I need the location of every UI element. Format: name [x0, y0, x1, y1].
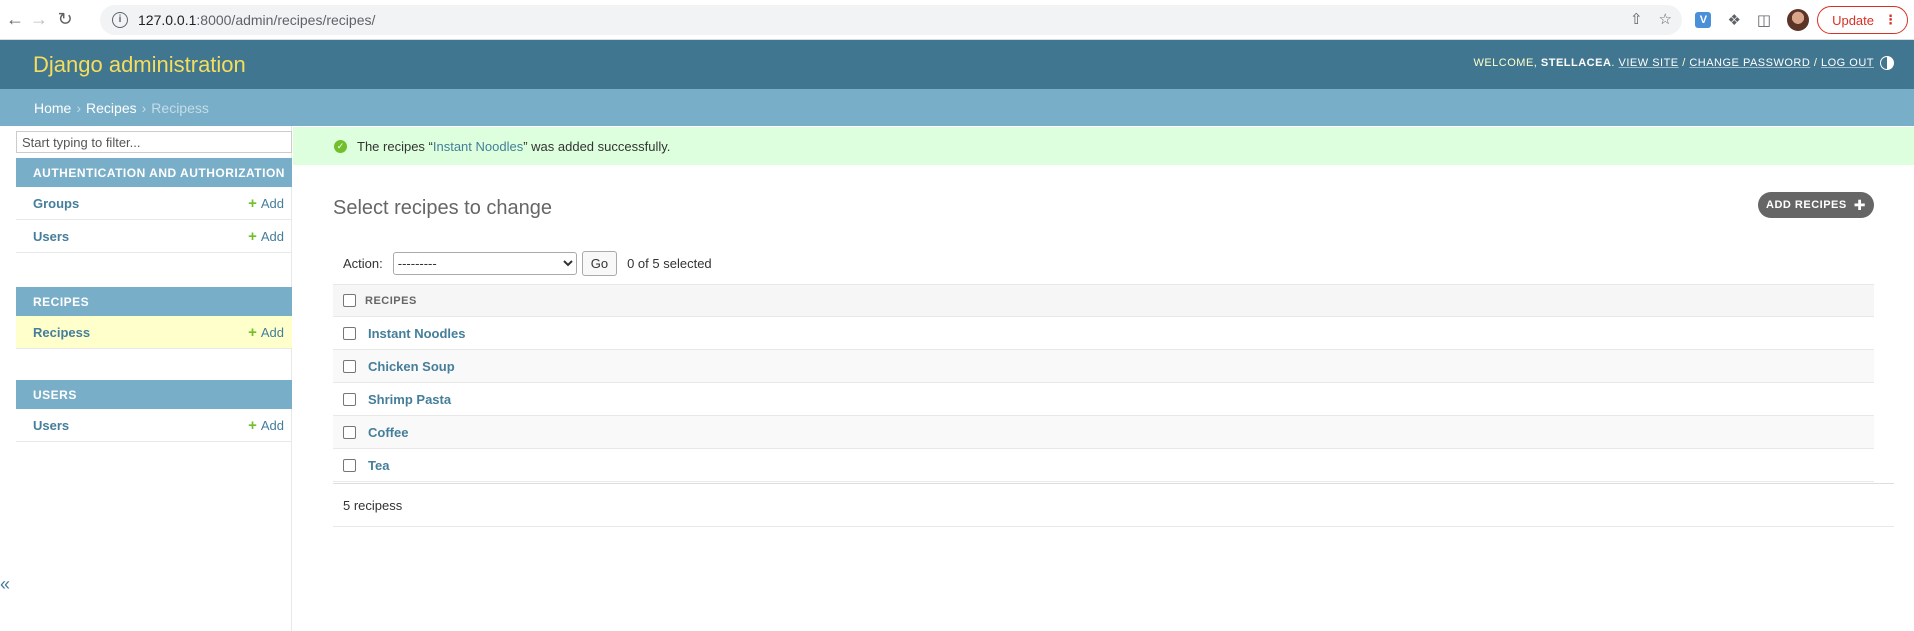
sidebar-collapse-icon[interactable]: «	[0, 574, 14, 594]
extension-v-icon[interactable]: V	[1695, 12, 1712, 28]
plus-icon: +	[248, 227, 257, 245]
results-table: Recipes Instant Noodles Chicken Soup Shr…	[333, 284, 1894, 527]
welcome-text: Welcome,	[1473, 57, 1538, 69]
address-bar[interactable]: i 127.0.0.1:8000/admin/recipes/recipes/ …	[100, 5, 1682, 35]
share-icon[interactable]: ⇧	[1630, 10, 1643, 28]
column-header-recipes[interactable]: Recipes	[365, 295, 417, 307]
site-title[interactable]: Django administration	[33, 52, 246, 78]
table-row: Instant Noodles	[333, 317, 1874, 350]
row-link[interactable]: Tea	[368, 458, 389, 473]
table-row: Coffee	[333, 416, 1874, 449]
update-label: Update	[1832, 12, 1874, 28]
nav-filter-input[interactable]	[16, 131, 292, 153]
action-label: Action:	[343, 255, 383, 271]
sidebar-item-recipess: Recipess + Add	[16, 316, 292, 349]
message-link[interactable]: Instant Noodles	[433, 139, 523, 154]
app-caption-recipes[interactable]: Recipes	[16, 287, 292, 316]
sidebar-item-users: Users + Add	[16, 220, 292, 253]
side-panel-icon[interactable]: ◫	[1757, 11, 1771, 29]
breadcrumb-separator: ›	[76, 99, 82, 116]
plus-icon: +	[248, 323, 257, 341]
model-link-recipess[interactable]: Recipess	[33, 325, 90, 340]
log-out-link[interactable]: Log out	[1821, 57, 1874, 69]
select-all-checkbox[interactable]	[343, 294, 356, 307]
row-link[interactable]: Instant Noodles	[368, 326, 466, 341]
admin-header: Django administration Welcome, stellacea…	[0, 40, 1914, 89]
browser-toolbar: ← → ↻ i 127.0.0.1:8000/admin/recipes/rec…	[0, 0, 1914, 40]
kebab-menu-icon: ⋮	[1884, 12, 1897, 27]
model-link-users-app[interactable]: Users	[33, 418, 69, 433]
add-label: Add	[260, 417, 284, 433]
plus-icon: +	[248, 194, 257, 212]
site-info-icon[interactable]: i	[112, 12, 128, 28]
row-link[interactable]: Coffee	[368, 425, 408, 440]
row-checkbox[interactable]	[343, 425, 356, 439]
add-label: Add	[260, 195, 284, 211]
username: stellacea	[1540, 57, 1612, 69]
table-header: Recipes	[333, 284, 1874, 317]
table-row: Shrimp Pasta	[333, 383, 1874, 416]
breadcrumb-current: Recipess	[151, 99, 209, 116]
add-recipes-button[interactable]: Add recipes ✚	[1758, 192, 1874, 218]
breadcrumb-home[interactable]: Home	[34, 100, 71, 116]
success-message: ✓ The recipes “Instant Noodles” was adde…	[293, 127, 1914, 165]
add-users-link[interactable]: + Add	[248, 229, 284, 244]
url-host: 127.0.0.1	[138, 12, 197, 28]
breadcrumb-separator: ›	[141, 99, 147, 116]
sidebar-item-users-app: Users + Add	[16, 409, 292, 442]
update-button[interactable]: Update ⋮	[1817, 6, 1908, 34]
url-path: :8000/admin/recipes/recipes/	[196, 12, 376, 28]
page-title: Select recipes to change	[333, 197, 553, 219]
row-checkbox[interactable]	[343, 458, 356, 472]
add-groups-link[interactable]: + Add	[248, 196, 284, 211]
sidebar-item-groups: Groups + Add	[16, 187, 292, 220]
row-checkbox[interactable]	[343, 326, 356, 340]
reload-icon[interactable]: ↻	[54, 8, 76, 30]
plus-icon: ✚	[1853, 196, 1866, 213]
breadcrumb: Home › Recipes › Recipess	[0, 89, 1914, 126]
extensions-puzzle-icon[interactable]: ❖	[1727, 11, 1740, 29]
actions-bar: Action: --------- Go 0 of 5 selected	[333, 248, 712, 278]
table-row: Tea	[333, 449, 1874, 482]
action-select[interactable]: ---------	[392, 251, 577, 275]
row-checkbox[interactable]	[343, 392, 356, 406]
bookmark-star-icon[interactable]: ☆	[1659, 10, 1672, 28]
add-recipess-link[interactable]: + Add	[248, 325, 284, 340]
row-checkbox[interactable]	[343, 359, 356, 373]
go-button[interactable]: Go	[581, 250, 618, 276]
row-link[interactable]: Shrimp Pasta	[368, 392, 451, 407]
url-text[interactable]: 127.0.0.1:8000/admin/recipes/recipes/	[138, 12, 375, 28]
app-caption-auth[interactable]: Authentication and Authorization	[16, 158, 292, 187]
breadcrumb-app[interactable]: Recipes	[86, 100, 137, 116]
user-tools: Welcome, stellacea. View site / Change p…	[1473, 57, 1874, 69]
action-counter: 0 of 5 selected	[627, 255, 712, 271]
table-row: Chicken Soup	[333, 350, 1874, 383]
check-circle-icon: ✓	[334, 139, 347, 153]
nav-sidebar: Authentication and Authorization Groups …	[0, 126, 292, 631]
model-link-groups[interactable]: Groups	[33, 196, 79, 211]
theme-toggle-icon[interactable]	[1880, 56, 1894, 70]
message-suffix: ” was added successfully.	[523, 138, 671, 154]
plus-icon: +	[248, 416, 257, 434]
back-icon[interactable]: ←	[4, 8, 26, 30]
paginator: 5 recipess	[333, 483, 1894, 527]
add-users-app-link[interactable]: + Add	[248, 418, 284, 433]
forward-icon[interactable]: →	[28, 8, 50, 30]
message-prefix: The recipes “	[357, 138, 433, 154]
change-password-link[interactable]: Change password	[1689, 57, 1810, 69]
app-caption-users[interactable]: Users	[16, 380, 292, 409]
row-link[interactable]: Chicken Soup	[368, 359, 455, 374]
view-site-link[interactable]: View site	[1619, 57, 1679, 69]
add-label: Add	[260, 324, 284, 340]
add-recipes-label: Add recipes	[1766, 199, 1847, 211]
add-label: Add	[260, 228, 284, 244]
model-link-users[interactable]: Users	[33, 229, 69, 244]
profile-avatar[interactable]	[1787, 9, 1810, 31]
